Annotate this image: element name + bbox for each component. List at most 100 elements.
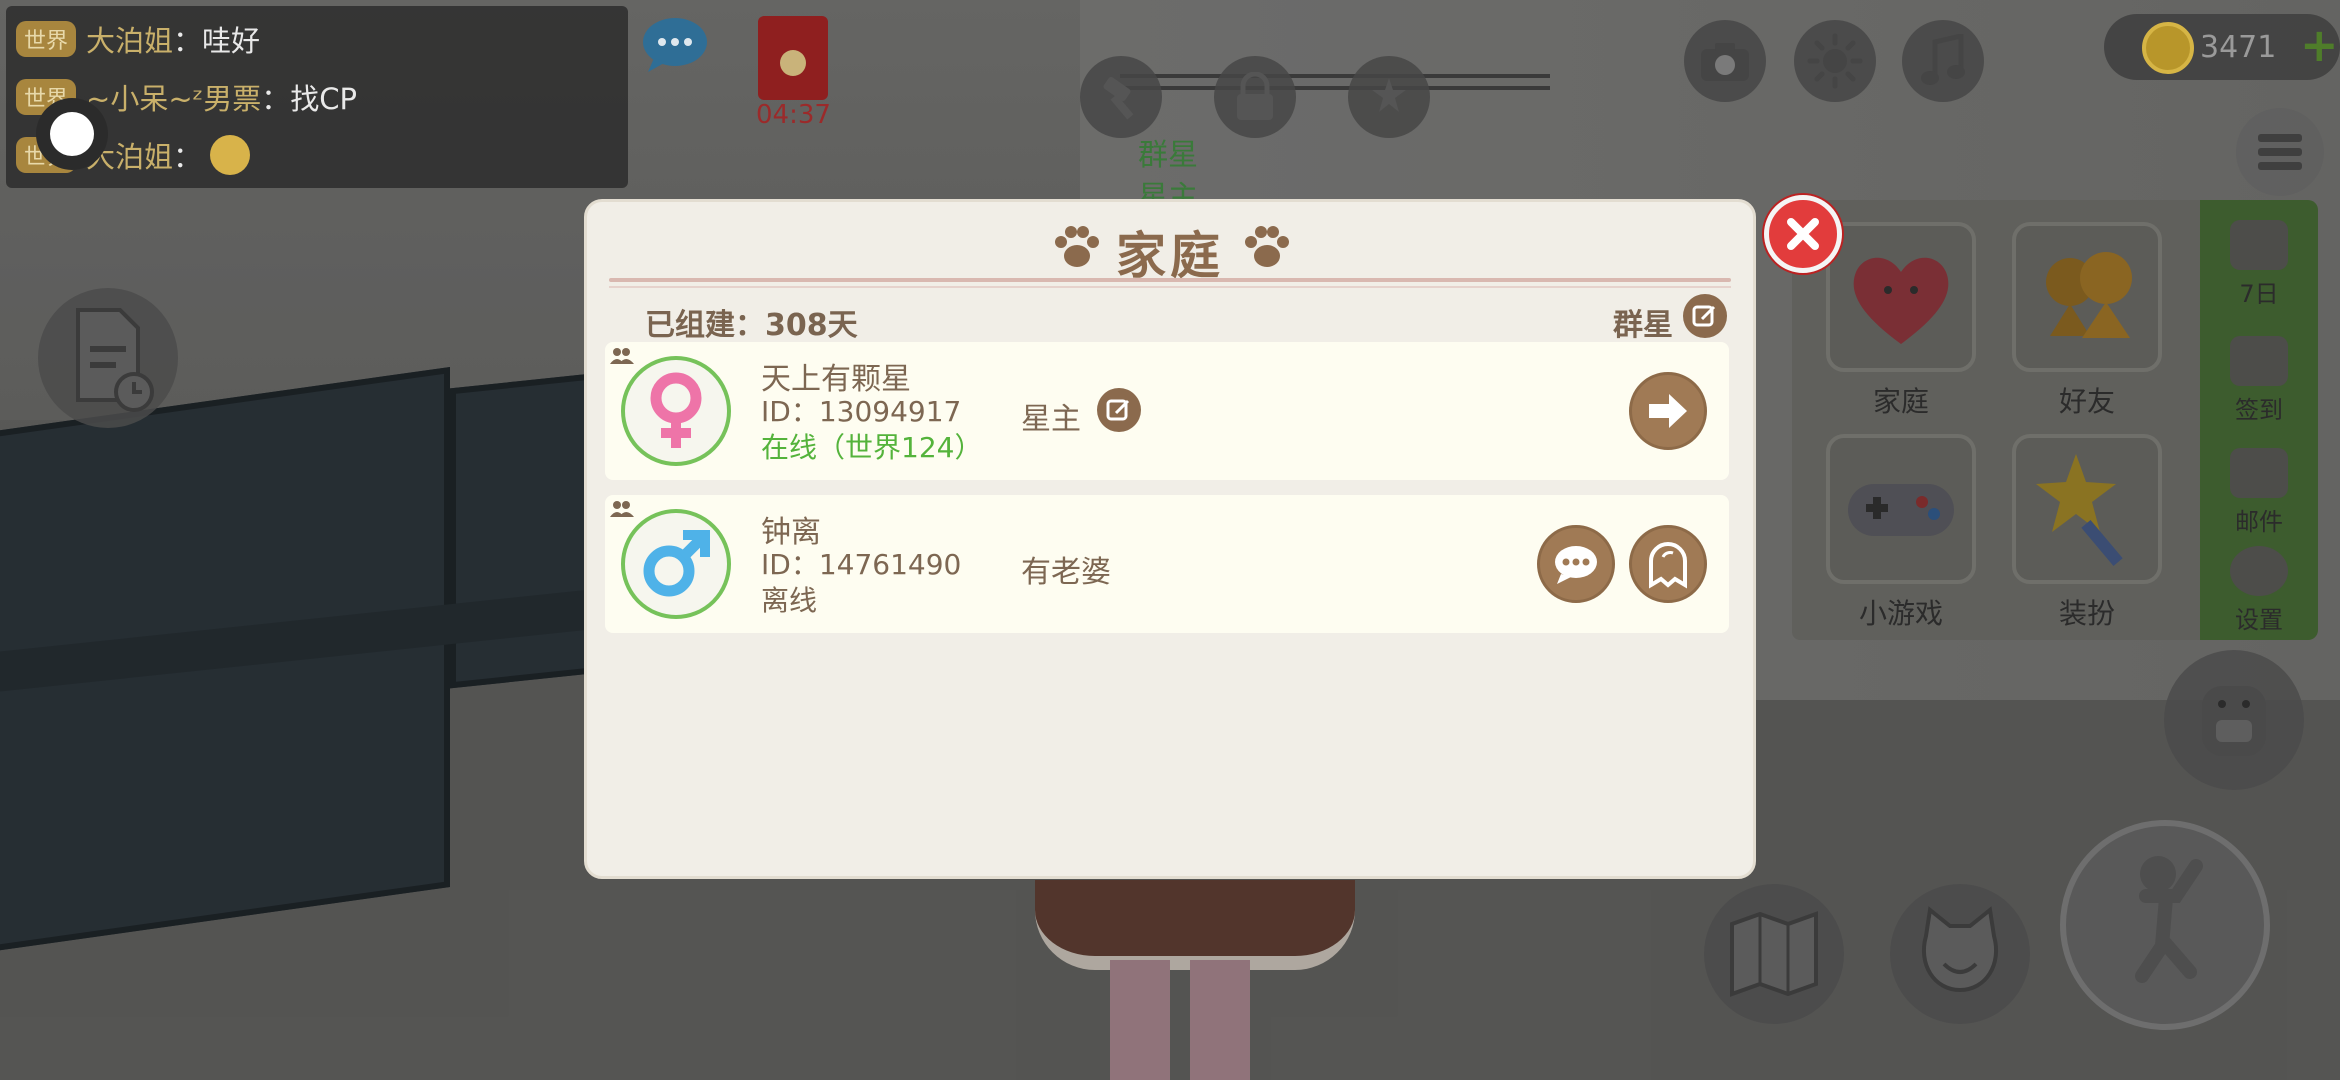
chat-separator: ： — [173, 140, 203, 174]
menu-tile-label: 装扮 — [2058, 597, 2115, 630]
member-status: 离线 — [761, 584, 818, 617]
gear-icon — [2230, 546, 2288, 596]
family-name: 群星 — [1613, 308, 1673, 343]
chat-sender: 大泊姐 — [86, 24, 174, 58]
gamepad-icon — [1848, 484, 1954, 536]
female-symbol-icon — [650, 372, 702, 448]
sun-icon — [1807, 33, 1863, 89]
family-dialog: 家庭 已组建：308天 群星 天上有颗星 ID：13094917 在线（世界12… — [584, 199, 1756, 879]
member-role: 有老婆 — [1021, 555, 1111, 590]
firework-icon — [1372, 78, 1406, 112]
paw-icon — [1245, 226, 1289, 267]
coin-amount: 3471 — [2200, 30, 2277, 65]
screen-record-indicator[interactable] — [36, 98, 108, 170]
coin-icon — [2142, 22, 2194, 74]
jumping-figure-icon — [2135, 856, 2203, 983]
edit-icon — [1692, 305, 1716, 327]
family-established-days: 已组建：308天 — [645, 308, 858, 343]
lock-icon — [1237, 72, 1273, 120]
close-icon — [1787, 218, 1819, 250]
chat-bubble-icon — [1555, 546, 1597, 584]
menu-tile-label: 小游戏 — [1858, 597, 1943, 630]
cat-face-icon — [1921, 906, 1999, 993]
family-member-row: 钟离 ID：14761490 离线 有老婆 — [605, 495, 1729, 633]
menu-list-button[interactable] — [2236, 108, 2324, 196]
red-packet-button[interactable] — [758, 16, 828, 100]
backpack-button[interactable] — [2164, 650, 2304, 790]
menu-tile-family[interactable] — [1826, 222, 1976, 372]
world-chat-box[interactable]: 世界 大泊姐 ： 哇好 世界 ~小呆~ᶻ男票 ： 找CP 世界 大泊姐 ： — [6, 6, 628, 188]
red-packet-timer: 04:37 — [756, 100, 831, 130]
chat-message: 哇好 — [202, 24, 261, 58]
edit-family-name-button[interactable] — [1683, 294, 1727, 338]
leave-family-button[interactable] — [1629, 372, 1707, 450]
chat-channel-tag: 世界 — [16, 21, 77, 57]
close-dialog-button[interactable] — [1764, 195, 1842, 273]
chat-line: 世界 大泊姐 ： 哇好 — [16, 10, 618, 68]
strip-label: 7日 — [2239, 280, 2279, 308]
menu-tile-label: 好友 — [2058, 385, 2115, 418]
crying-emoji-icon — [210, 135, 251, 175]
family-member-row: 天上有颗星 ID：13094917 在线（世界124） 星主 — [605, 342, 1729, 480]
seven-day-button[interactable]: 7日 — [2218, 220, 2300, 309]
star-wand-icon — [2036, 454, 2123, 567]
chat-separator: ： — [173, 24, 203, 58]
mail-button[interactable]: 邮件 — [2218, 448, 2300, 537]
map-icon — [1730, 911, 1818, 997]
settings-button[interactable]: 设置 — [2218, 546, 2300, 635]
jump-button[interactable] — [2060, 820, 2270, 1030]
kick-member-button[interactable] — [1629, 525, 1707, 603]
chat-member-button[interactable] — [1537, 525, 1615, 603]
chat-separator: ： — [261, 82, 291, 116]
add-coins-button[interactable]: + — [2300, 22, 2339, 68]
list-icon — [2258, 134, 2302, 170]
hammer-button[interactable] — [1080, 56, 1162, 138]
task-log-button[interactable] — [38, 288, 178, 428]
friends-icon — [2046, 252, 2132, 338]
chat-line: 世界 ~小呆~ᶻ男票 ： 找CP — [16, 68, 618, 126]
camera-icon — [1701, 43, 1749, 81]
strip-label: 签到 — [2235, 396, 2283, 424]
seven-day-icon — [2230, 220, 2288, 270]
map-button[interactable] — [1704, 884, 1844, 1024]
music-button[interactable] — [1902, 20, 1984, 102]
exit-arrow-icon — [1649, 394, 1687, 428]
chat-message: 找CP — [290, 82, 357, 116]
backpack-icon — [2202, 686, 2266, 756]
brightness-button[interactable] — [1794, 20, 1876, 102]
title-divider — [609, 278, 1731, 282]
camera-button[interactable] — [1684, 20, 1766, 102]
ghost-icon — [1649, 542, 1687, 589]
chat-bubble-button[interactable] — [640, 14, 710, 74]
member-role: 星主 — [1021, 402, 1081, 437]
edit-role-button[interactable] — [1097, 388, 1141, 432]
menu-tile-friends[interactable] — [2012, 222, 2162, 372]
mail-icon — [2230, 448, 2288, 498]
sign-in-button[interactable]: 签到 — [2218, 336, 2300, 425]
hammer-icon — [1103, 76, 1134, 120]
male-symbol-icon — [643, 530, 710, 597]
menu-tile-minigame[interactable] — [1826, 434, 1976, 584]
heart-icon — [1853, 257, 1949, 344]
menu-tile-dressup[interactable] — [2012, 434, 2162, 584]
member-avatar[interactable] — [621, 509, 731, 619]
strip-label: 邮件 — [2235, 508, 2283, 536]
firework-button[interactable] — [1348, 56, 1430, 138]
chat-sender: ~小呆~ᶻ男票 — [86, 82, 262, 116]
tool-bar-rail — [1120, 86, 1550, 90]
member-id: ID：13094917 — [761, 395, 962, 428]
member-avatar[interactable] — [621, 356, 731, 466]
menu-tile-label: 家庭 — [1872, 385, 1929, 418]
music-note-icon — [1921, 34, 1965, 85]
tool-bar-rail — [1120, 74, 1550, 78]
lock-button[interactable] — [1214, 56, 1296, 138]
strip-label: 设置 — [2235, 606, 2283, 634]
background-family-label: 群星 — [1138, 138, 1198, 173]
calendar-check-icon — [2230, 336, 2288, 386]
speech-bubble-icon — [643, 18, 707, 72]
member-id: ID：14761490 — [761, 548, 962, 581]
emote-button[interactable] — [1890, 884, 2030, 1024]
title-divider — [609, 286, 1731, 288]
member-status: 在线（世界124） — [761, 431, 983, 464]
edit-icon — [1106, 399, 1130, 421]
